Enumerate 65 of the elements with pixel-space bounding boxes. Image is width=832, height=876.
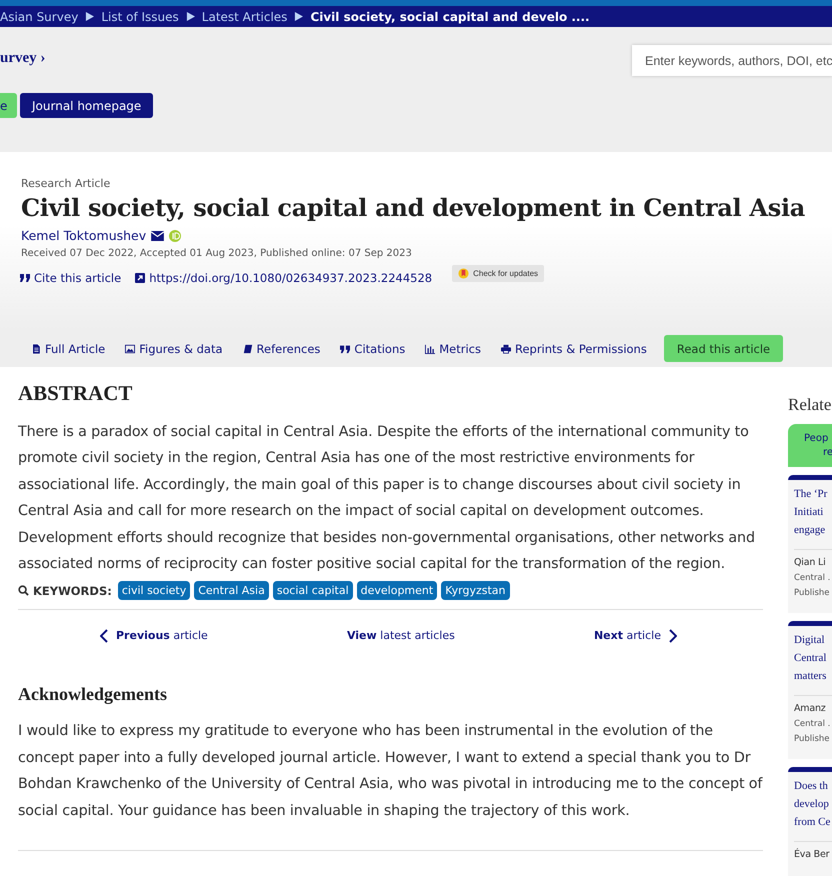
document-icon <box>31 344 41 354</box>
breadcrumb-link[interactable]: Latest Articles <box>202 10 288 24</box>
article-nav-link[interactable]: Next article <box>584 625 677 646</box>
search-field[interactable]: Enter keywords, authors, DOI, etc <box>632 45 832 76</box>
book-icon <box>242 344 253 354</box>
keyword-tag[interactable]: Kyrgyzstan <box>441 581 510 600</box>
triangle-icon <box>85 12 94 21</box>
related-article-card[interactable]: The ‘Pr Initiati engage Qian Li Central . Publishe <box>788 475 832 613</box>
article-nav-link[interactable]: View latest articles <box>336 625 455 646</box>
acknowledgements-text: I would like to express my gratitude to everyone who has been instrumental in the evolution of the concept paper into a fully developed journal article. However, I want to extend a special thank you to Dr Bohdan Krawchenko of the University of Central Asia, who was pivotal in introducing me to the concept of social capital. Your guidance has been invaluable in shaping the trajectory of this work. <box>18 722 763 821</box>
article-tab[interactable]: Reprints & Permissions <box>500 342 647 356</box>
related-article-journal: Central . <box>794 719 832 729</box>
article-nav-link[interactable]: Previous article <box>100 625 208 646</box>
cite-link[interactable]: Cite this article <box>20 271 122 285</box>
article-tab[interactable]: Full Article <box>31 342 106 356</box>
related-article-author: Qian Li <box>794 557 827 568</box>
keyword-tag[interactable]: Central Asia <box>194 581 269 600</box>
keyword-tag[interactable]: civil society <box>118 581 190 600</box>
journal-link[interactable]: urvey › <box>0 50 46 67</box>
abstract-text: There is a paradox of social capital in Central Asia. Despite the efforts of the international community to promote civil society in the region, Central Asia has one of the most restrictive environments for associational life. Accordingly, the main goal of this paper is to change discourses about civil society in Central Asia and call for more research on the impact of social capital on development outcomes. Development efforts should recognize that besides non-governmental organisations, other networks and associated norms of reciprocity can foster positive social capital for the transformation of the region. <box>18 423 756 574</box>
related-article-author: Éva Ber <box>794 849 830 860</box>
related-article-title[interactable]: Digital Central matters <box>794 631 832 685</box>
related-article-card[interactable]: Digital Central matters Amanz Central . Publishe <box>788 621 832 759</box>
keywords-label: KEYWORDS: <box>33 584 112 598</box>
header-button[interactable]: Journal homepage <box>20 93 154 118</box>
acknowledgements-heading: Acknowledgements <box>18 684 168 706</box>
related-article-title[interactable]: Does th develop from Ce <box>794 777 832 831</box>
breadcrumb-link[interactable]: Asian Survey <box>0 10 78 24</box>
article-dates: Received 07 Dec 2022, Accepted 01 Aug 2023, Published online: 07 Sep 2023 <box>21 248 413 259</box>
chevron-left-icon <box>100 628 108 643</box>
doi-link[interactable]: https://doi.org/10.1080/02634937.2023.2244528 <box>135 271 432 285</box>
article-tab[interactable]: References <box>242 342 320 356</box>
related-article-card[interactable]: Does th develop from Ce Éva Ber <box>788 767 832 876</box>
triangle-icon <box>186 12 195 21</box>
related-article-date: Publishe <box>794 588 831 598</box>
article-tab[interactable]: Figures & data <box>125 342 223 356</box>
quote-icon <box>20 273 30 283</box>
quote-icon <box>340 344 350 354</box>
external-link-icon <box>135 273 146 283</box>
read-article-button[interactable]: Read this article <box>664 335 784 362</box>
breadcrumb-link[interactable]: Civil society, social capital and develo .... <box>310 10 590 24</box>
envelope-icon[interactable] <box>151 230 164 240</box>
keyword-tag[interactable]: development <box>356 581 438 600</box>
search-icon <box>18 585 29 596</box>
breadcrumb-link[interactable]: List of Issues <box>101 10 179 24</box>
related-article-author: Amanz <box>794 703 827 714</box>
check-for-updates-button[interactable]: Check for updates <box>452 264 544 282</box>
image-icon <box>125 344 136 354</box>
article-tab[interactable]: Metrics <box>425 342 481 356</box>
article-type: Research Article <box>21 177 112 190</box>
chevron-right-icon <box>668 628 677 643</box>
abstract-heading: ABSTRACT <box>18 381 134 406</box>
keyword-tag[interactable]: social capital <box>272 581 353 600</box>
article-tab[interactable]: Citations <box>340 342 406 356</box>
article-title: Civil society, social capital and development in Central Asia <box>21 192 806 224</box>
bookmark-icon <box>458 268 470 278</box>
related-article-date: Publishe <box>794 734 831 744</box>
related-article-journal: Central . <box>794 573 832 583</box>
triangle-icon <box>294 12 304 21</box>
related-article-title[interactable]: The ‘Pr Initiati engage <box>794 485 832 539</box>
author-link[interactable]: Kemel Toktomushev <box>21 228 146 243</box>
bar-chart-icon <box>425 344 436 354</box>
related-heading: Relate <box>788 395 832 415</box>
header-button[interactable]: e <box>0 93 17 118</box>
printer-icon <box>500 344 511 354</box>
